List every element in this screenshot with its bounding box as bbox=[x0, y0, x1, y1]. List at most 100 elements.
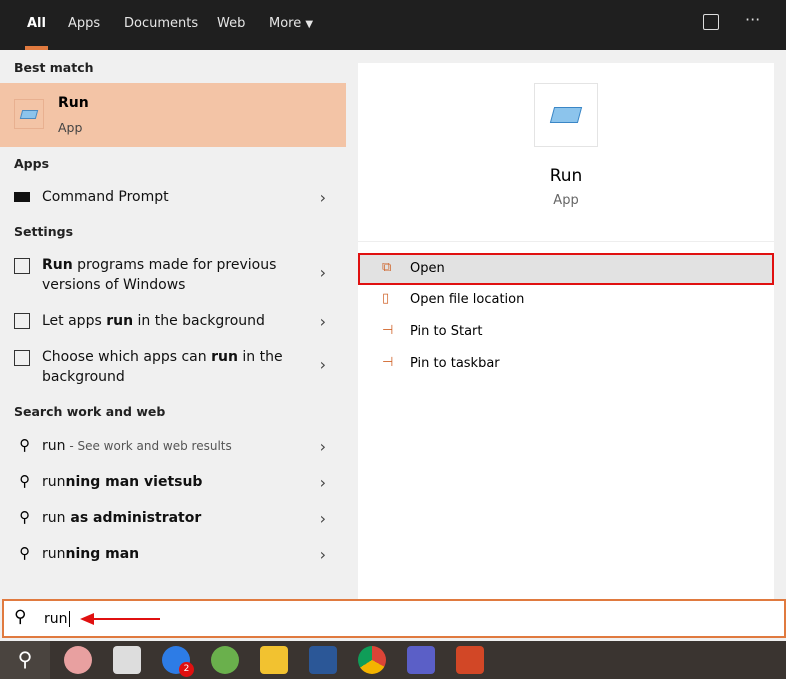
teams-icon[interactable] bbox=[407, 646, 435, 674]
list-item-command-prompt[interactable]: Command Prompt › bbox=[0, 187, 346, 207]
label-pre: run bbox=[42, 474, 66, 490]
label-pre: run bbox=[42, 510, 66, 526]
run-large-icon bbox=[534, 83, 598, 147]
chevron-right-icon[interactable]: › bbox=[320, 312, 326, 331]
bold-term: as administrator bbox=[65, 510, 202, 526]
pin-to-start-action[interactable]: ⊣ Pin to Start bbox=[358, 317, 774, 349]
word-icon[interactable] bbox=[309, 646, 337, 674]
label-hint: - See work and web results bbox=[65, 439, 232, 453]
top-bar: All Apps Documents Web More ▼ ··· bbox=[0, 0, 786, 50]
preview-subtitle: App bbox=[553, 193, 579, 208]
caret-down-icon: ▼ bbox=[305, 19, 314, 30]
item-label: Choose which apps can run in the backgrou… bbox=[42, 347, 283, 387]
search-box[interactable]: ⚲ run bbox=[2, 599, 786, 638]
taskbar-search-button[interactable]: ⚲ bbox=[0, 641, 50, 679]
item-label: running man vietsub bbox=[42, 472, 202, 492]
web-suggestion[interactable]: ⚲ running man vietsub › bbox=[0, 472, 346, 492]
pin-icon: ⊣ bbox=[382, 355, 394, 370]
search-icon: ⚲ bbox=[19, 508, 30, 526]
label-line2: background bbox=[42, 369, 125, 385]
item-label: Let apps run in the background bbox=[42, 311, 265, 331]
pin-to-taskbar-action[interactable]: ⊣ Pin to taskbar bbox=[358, 349, 774, 381]
tab-documents[interactable]: Documents bbox=[124, 16, 198, 31]
item-label: running man bbox=[42, 544, 139, 564]
preview-panel: Run App ⧉ Open ▯ Open file location ⊣ Pi… bbox=[358, 63, 774, 599]
settings-chart-icon bbox=[14, 350, 30, 366]
label-pre: Choose which apps can bbox=[42, 349, 212, 365]
notification-badge: 2 bbox=[179, 662, 194, 677]
search-icon: ⚲ bbox=[14, 607, 27, 627]
chevron-right-icon[interactable]: › bbox=[320, 437, 326, 456]
label-rest: programs made for previous bbox=[72, 257, 277, 273]
chevron-right-icon[interactable]: › bbox=[320, 509, 326, 528]
chrome-icon[interactable] bbox=[358, 646, 386, 674]
chevron-right-icon[interactable]: › bbox=[320, 188, 326, 207]
pin-icon: ⊣ bbox=[382, 323, 394, 338]
open-file-location-action[interactable]: ▯ Open file location bbox=[358, 285, 774, 317]
item-label: run - See work and web results bbox=[42, 436, 232, 456]
apps-header: Apps bbox=[14, 156, 50, 171]
action-label: Open file location bbox=[410, 292, 525, 307]
list-item-setting[interactable]: Let apps run in the background › bbox=[0, 311, 346, 331]
tab-apps[interactable]: Apps bbox=[68, 16, 100, 31]
open-action[interactable]: ⧉ Open bbox=[358, 253, 774, 285]
tab-more[interactable]: More ▼ bbox=[269, 16, 313, 31]
item-label: Run programs made for previous versions o… bbox=[42, 255, 276, 295]
bold-term: Run bbox=[42, 257, 73, 273]
web-suggestion[interactable]: ⚲ run as administrator › bbox=[0, 508, 346, 528]
more-options-icon[interactable]: ··· bbox=[745, 10, 760, 29]
web-suggestion[interactable]: ⚲ run - See work and web results › bbox=[0, 436, 346, 456]
search-icon: ⚲ bbox=[19, 544, 30, 562]
list-item-setting[interactable]: Run programs made for previous versions o… bbox=[0, 255, 346, 295]
feedback-icon[interactable] bbox=[703, 14, 719, 30]
divider bbox=[358, 241, 774, 242]
snipping-tool-icon[interactable] bbox=[64, 646, 92, 674]
action-label: Pin to Start bbox=[410, 324, 483, 339]
best-match-subtitle: App bbox=[58, 120, 83, 135]
list-item-setting[interactable]: Choose which apps can run in the backgrou… bbox=[0, 347, 346, 387]
web-header: Search work and web bbox=[14, 404, 166, 419]
settings-header: Settings bbox=[14, 224, 74, 239]
bold-term: ning man bbox=[65, 546, 140, 562]
powerpoint-icon[interactable] bbox=[456, 646, 484, 674]
label-pre: run bbox=[42, 546, 66, 562]
search-icon: ⚲ bbox=[19, 436, 30, 454]
label-pre: run bbox=[42, 438, 66, 454]
chevron-right-icon[interactable]: › bbox=[320, 545, 326, 564]
unikey-icon[interactable] bbox=[113, 646, 141, 674]
file-explorer-icon[interactable] bbox=[260, 646, 288, 674]
label-pre: Let apps bbox=[42, 313, 107, 329]
chevron-right-icon[interactable]: › bbox=[320, 263, 326, 282]
zalo-icon[interactable]: 2 bbox=[162, 646, 194, 677]
annotation-arrow bbox=[80, 613, 160, 625]
label-rest: in the bbox=[237, 349, 283, 365]
tab-all[interactable]: All bbox=[25, 16, 48, 50]
command-prompt-icon bbox=[14, 192, 30, 202]
action-label: Pin to taskbar bbox=[410, 356, 500, 371]
settings-chart-icon bbox=[14, 313, 30, 329]
best-match-header: Best match bbox=[14, 60, 94, 75]
file-location-icon: ▯ bbox=[382, 291, 390, 306]
bold-term: run bbox=[106, 313, 134, 329]
coccoc-icon[interactable] bbox=[211, 646, 239, 674]
chevron-right-icon[interactable]: › bbox=[320, 473, 326, 492]
chevron-right-icon[interactable]: › bbox=[320, 355, 326, 374]
results-panel: Best match Run App Apps Command Prompt ›… bbox=[0, 50, 346, 599]
item-label: run as administrator bbox=[42, 508, 201, 528]
run-app-icon bbox=[14, 99, 44, 129]
search-icon: ⚲ bbox=[19, 472, 30, 490]
item-label: Command Prompt bbox=[42, 189, 169, 205]
best-match-run[interactable]: Run App bbox=[0, 83, 346, 147]
bold-term: ning man vietsub bbox=[65, 474, 203, 490]
taskbar: ⚲ 2 bbox=[0, 641, 786, 679]
preview-title: Run bbox=[549, 166, 583, 186]
tab-web[interactable]: Web bbox=[217, 16, 245, 31]
label-rest: in the background bbox=[133, 313, 265, 329]
best-match-title: Run bbox=[58, 95, 89, 111]
tab-more-label: More bbox=[269, 16, 302, 31]
label-line2: versions of Windows bbox=[42, 277, 186, 293]
search-input[interactable]: run bbox=[44, 611, 70, 627]
action-label: Open bbox=[410, 261, 445, 276]
web-suggestion[interactable]: ⚲ running man › bbox=[0, 544, 346, 564]
settings-window-icon bbox=[14, 258, 30, 274]
